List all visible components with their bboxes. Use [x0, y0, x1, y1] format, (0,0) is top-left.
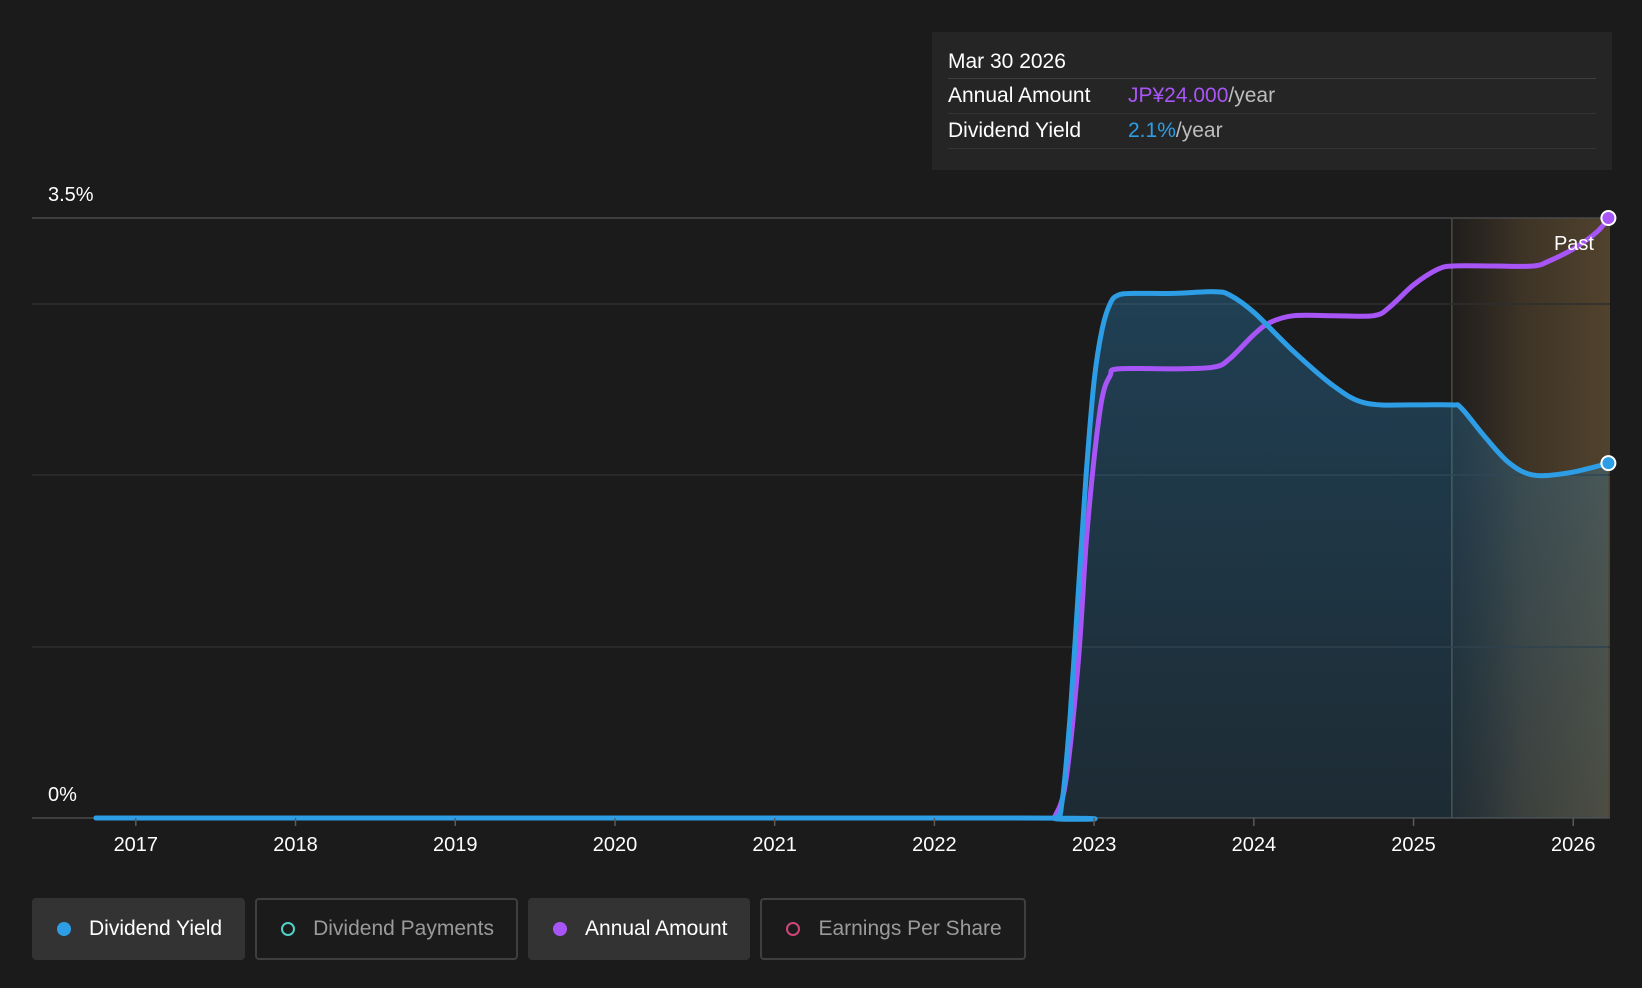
tooltip-label: Dividend Yield	[948, 119, 1082, 142]
legend-ring-icon	[786, 922, 801, 936]
tooltip-value: JP¥24.000	[1128, 84, 1229, 107]
y-label-top: 3.5%	[48, 184, 94, 206]
x-tick-label: 2022	[912, 834, 957, 856]
tooltip-unit: /year	[1228, 84, 1276, 107]
x-tick-label: 2025	[1391, 834, 1436, 856]
legend-ring-icon	[281, 922, 296, 936]
x-tick-label: 2018	[273, 834, 318, 856]
x-tick-label: 2026	[1551, 834, 1596, 856]
chart-tooltip: Mar 30 2026 Annual Amount JP¥24.000 /yea…	[932, 32, 1612, 170]
x-tick-label: 2019	[433, 834, 478, 856]
dividend-yield-area	[95, 291, 1609, 820]
legend-label: Dividend Yield	[89, 917, 223, 940]
x-tick-label: 2024	[1232, 834, 1277, 856]
dividend-yield-marker	[1600, 455, 1617, 472]
x-tick-label: 2021	[752, 834, 797, 856]
tooltip-value: 2.1%	[1128, 119, 1176, 142]
tooltip-label: Annual Amount	[948, 84, 1091, 107]
legend-earnings-per-share-button[interactable]: Earnings Per Share	[760, 898, 1026, 960]
tooltip-date: Mar 30 2026	[948, 46, 1596, 79]
x-tick-label: 2017	[114, 834, 159, 856]
past-label: Past	[1554, 233, 1594, 255]
legend-dividend-payments-button[interactable]: Dividend Payments	[255, 898, 519, 960]
tooltip-unit: /year	[1175, 119, 1223, 142]
legend-dot-icon	[553, 922, 568, 936]
x-tick-label: 2023	[1072, 834, 1117, 856]
legend-label: Earnings Per Share	[818, 917, 1002, 940]
y-label-bottom: 0%	[48, 784, 77, 806]
annual-amount-marker	[1600, 210, 1617, 226]
series-layer	[93, 210, 1617, 822]
legend-dividend-yield-button[interactable]: Dividend Yield	[32, 898, 246, 960]
x-tick-label: 2020	[593, 834, 638, 856]
legend-dot-icon	[57, 922, 71, 936]
legend-annual-amount-button[interactable]: Annual Amount	[528, 898, 751, 960]
x-axis: 2017 2018 2019 2020 2021 2022 2023 2024 2025 2026	[114, 818, 1596, 856]
legend-label: Annual Amount	[585, 917, 728, 940]
tooltip-row-dividend-yield: Dividend Yield 2.1% /year	[948, 114, 1596, 149]
legend-label: Dividend Payments	[313, 917, 495, 940]
tooltip-row-annual-amount: Annual Amount JP¥24.000 /year	[948, 79, 1596, 114]
chart-legend: Dividend Yield Dividend Payments Annual …	[32, 898, 1026, 960]
